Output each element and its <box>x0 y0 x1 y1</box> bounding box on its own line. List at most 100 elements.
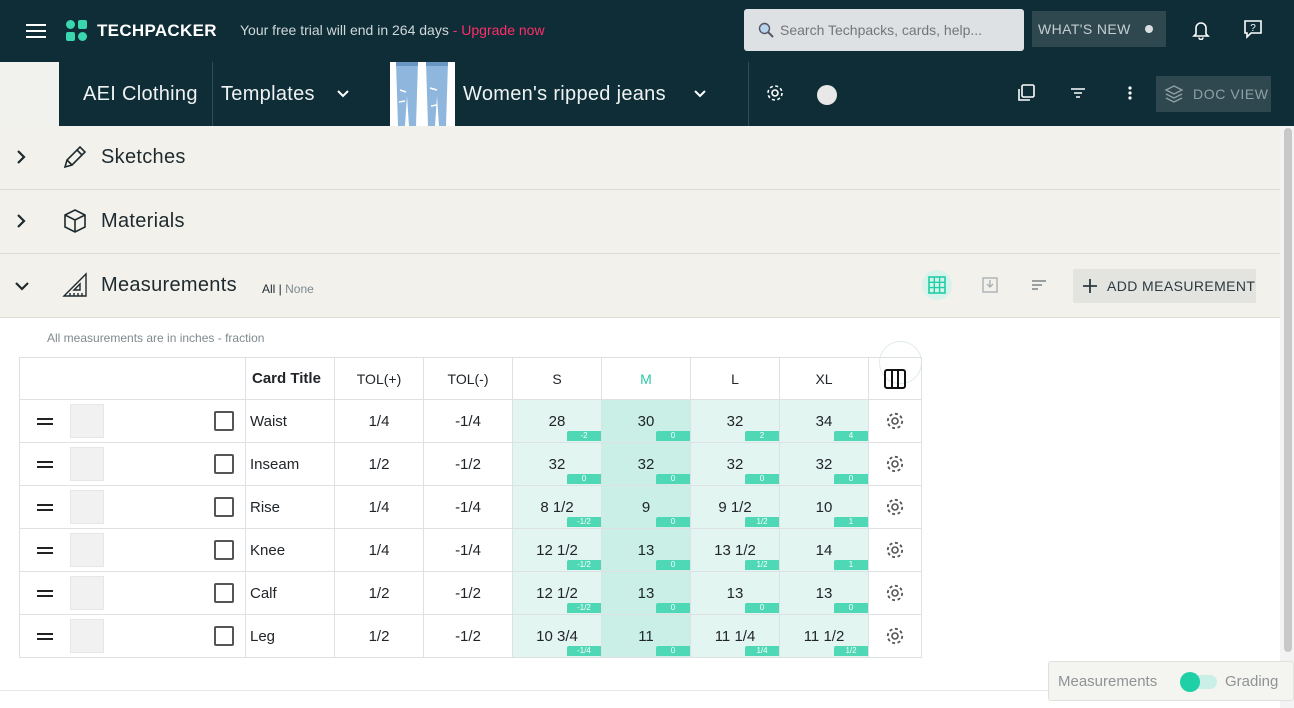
tol-minus-value[interactable]: -1/2 <box>423 571 513 615</box>
drag-handle-icon[interactable] <box>37 544 53 557</box>
size-value-cell[interactable]: 9 1/2 1/2 <box>690 485 780 529</box>
gear-icon[interactable] <box>885 540 905 560</box>
measurement-image-placeholder[interactable] <box>70 490 104 524</box>
header-size-xl[interactable]: XL <box>779 357 869 400</box>
measurement-image-placeholder[interactable] <box>70 576 104 610</box>
gear-icon[interactable] <box>885 583 905 603</box>
size-value-cell[interactable]: 32 0 <box>512 442 602 486</box>
drag-handle-icon[interactable] <box>37 587 53 600</box>
grid-view-button[interactable] <box>922 270 952 300</box>
drag-handle-icon[interactable] <box>37 630 53 643</box>
toggle-switch-knob[interactable] <box>1180 672 1200 692</box>
tol-minus-value[interactable]: -1/4 <box>423 399 513 443</box>
breadcrumb-folder[interactable]: Templates <box>221 62 349 126</box>
header-size-l[interactable]: L <box>690 357 780 400</box>
more-options-icon[interactable] <box>1122 83 1138 103</box>
settings-gear-icon[interactable] <box>765 83 785 103</box>
import-icon[interactable] <box>982 277 998 293</box>
measurement-title[interactable]: Waist <box>245 399 335 443</box>
size-value-cell[interactable]: 13 1/2 1/2 <box>690 528 780 572</box>
tol-plus-value[interactable]: 1/2 <box>334 614 424 658</box>
duplicate-icon[interactable] <box>1016 83 1036 103</box>
gear-icon[interactable] <box>885 454 905 474</box>
size-value-cell[interactable]: 11 0 <box>601 614 691 658</box>
tol-plus-value[interactable]: 1/2 <box>334 571 424 615</box>
size-value-cell[interactable]: 32 2 <box>690 399 780 443</box>
brand-logo[interactable]: TECHPACKER <box>66 19 217 43</box>
drag-handle-icon[interactable] <box>37 501 53 514</box>
help-chat-icon[interactable]: ? <box>1243 19 1263 39</box>
select-all-link[interactable]: All <box>262 282 275 296</box>
measurement-title[interactable]: Calf <box>245 571 335 615</box>
size-value-cell[interactable]: 13 0 <box>601 571 691 615</box>
tol-plus-value[interactable]: 1/4 <box>334 528 424 572</box>
measurement-title[interactable]: Rise <box>245 485 335 529</box>
section-materials[interactable]: Materials <box>0 190 1280 254</box>
tol-minus-value[interactable]: -1/4 <box>423 528 513 572</box>
size-value-cell[interactable]: 12 1/2 -1/2 <box>512 571 602 615</box>
size-value-cell[interactable]: 8 1/2 -1/2 <box>512 485 602 529</box>
row-checkbox[interactable] <box>214 583 234 603</box>
gear-icon[interactable] <box>885 626 905 646</box>
size-value-cell[interactable]: 10 3/4 -1/4 <box>512 614 602 658</box>
size-value-cell[interactable]: 30 0 <box>601 399 691 443</box>
sort-icon[interactable] <box>1031 277 1047 293</box>
size-value-cell[interactable]: 90 <box>601 485 691 529</box>
upgrade-link[interactable]: Upgrade now <box>461 22 544 38</box>
header-card-title[interactable]: Card Title <box>245 357 335 400</box>
add-measurement-button[interactable]: ADD MEASUREMENT <box>1073 269 1256 303</box>
size-value-cell[interactable]: 13 0 <box>779 571 869 615</box>
row-checkbox[interactable] <box>214 411 234 431</box>
row-checkbox[interactable] <box>214 626 234 646</box>
tol-plus-value[interactable]: 1/4 <box>334 399 424 443</box>
whats-new-button[interactable]: WHAT'S NEW <box>1032 11 1166 47</box>
breadcrumb-company[interactable]: AEI Clothing <box>83 62 198 126</box>
gear-icon[interactable] <box>885 411 905 431</box>
select-none-link[interactable]: None <box>285 282 314 296</box>
measurement-title[interactable]: Inseam <box>245 442 335 486</box>
notification-bell-icon[interactable] <box>1192 20 1210 40</box>
chevron-right-icon[interactable] <box>16 150 26 164</box>
filter-icon[interactable] <box>1070 83 1086 103</box>
measurement-image-placeholder[interactable] <box>70 447 104 481</box>
size-value-cell[interactable]: 11 1/2 1/2 <box>779 614 869 658</box>
tol-minus-value[interactable]: -1/2 <box>423 614 513 658</box>
tol-minus-value[interactable]: -1/4 <box>423 485 513 529</box>
tol-plus-value[interactable]: 1/4 <box>334 485 424 529</box>
row-checkbox[interactable] <box>214 540 234 560</box>
size-value-cell[interactable]: 34 4 <box>779 399 869 443</box>
size-value-cell[interactable]: 10 1 <box>779 485 869 529</box>
row-checkbox[interactable] <box>214 454 234 474</box>
doc-view-button[interactable]: DOC VIEW <box>1156 76 1271 112</box>
header-size-m-base[interactable]: M <box>601 357 691 400</box>
measurement-image-placeholder[interactable] <box>70 404 104 438</box>
header-size-s[interactable]: S <box>512 357 602 400</box>
columns-icon[interactable] <box>884 368 906 389</box>
size-value-cell[interactable]: 12 1/2 -1/2 <box>512 528 602 572</box>
status-indicator-circle[interactable] <box>817 85 837 105</box>
gear-icon[interactable] <box>885 497 905 517</box>
row-checkbox[interactable] <box>214 497 234 517</box>
drag-handle-icon[interactable] <box>37 458 53 471</box>
tol-minus-value[interactable]: -1/2 <box>423 442 513 486</box>
tol-plus-value[interactable]: 1/2 <box>334 442 424 486</box>
drag-handle-icon[interactable] <box>37 415 53 428</box>
size-value-cell[interactable]: 28 -2 <box>512 399 602 443</box>
measurement-title[interactable]: Leg <box>245 614 335 658</box>
size-value-cell[interactable]: 13 0 <box>690 571 780 615</box>
size-value-cell[interactable]: 32 0 <box>690 442 780 486</box>
measurement-title[interactable]: Knee <box>245 528 335 572</box>
section-sketches[interactable]: Sketches <box>0 126 1280 190</box>
techpack-thumbnail[interactable] <box>390 62 455 126</box>
search-input[interactable] <box>780 22 1010 38</box>
chevron-right-icon[interactable] <box>16 214 26 228</box>
size-value-cell[interactable]: 13 0 <box>601 528 691 572</box>
scrollbar-thumb[interactable] <box>1284 128 1292 652</box>
measurement-image-placeholder[interactable] <box>70 619 104 653</box>
size-value-cell[interactable]: 32 0 <box>601 442 691 486</box>
size-value-cell[interactable]: 14 1 <box>779 528 869 572</box>
breadcrumb-techpack[interactable]: Women's ripped jeans <box>463 62 706 126</box>
global-search[interactable] <box>744 9 1024 51</box>
size-value-cell[interactable]: 11 1/4 1/4 <box>690 614 780 658</box>
hamburger-menu-icon[interactable] <box>26 23 48 39</box>
